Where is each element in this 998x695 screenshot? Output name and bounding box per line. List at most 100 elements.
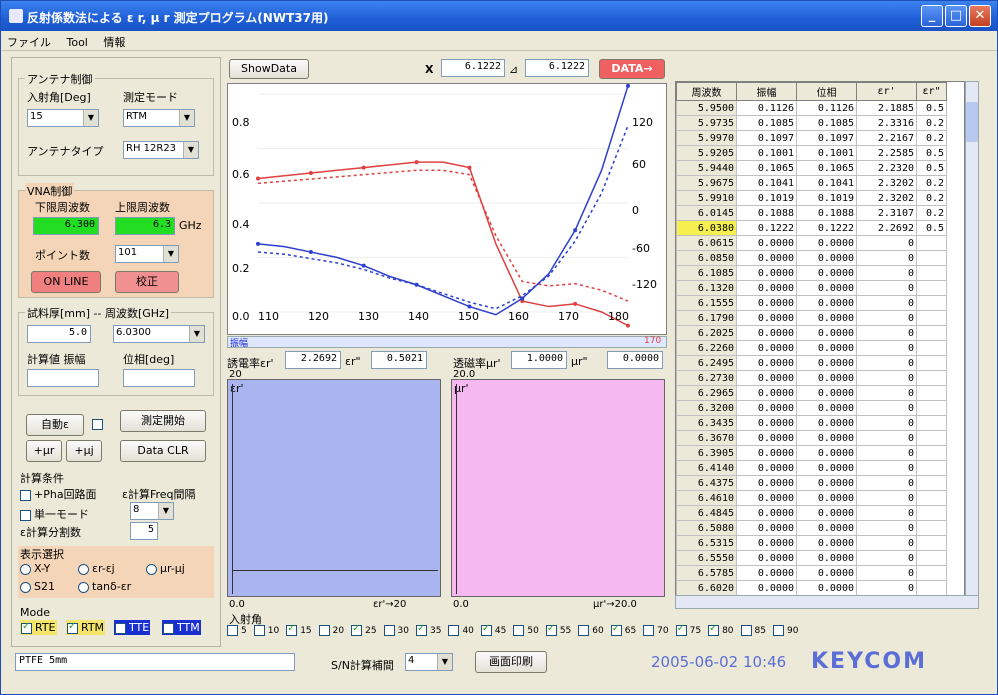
table-cell[interactable]: 6.1555 <box>676 295 737 311</box>
table-row[interactable]: 6.3905 0.0000 0.0000 0 <box>676 445 947 461</box>
table-cell[interactable]: 0.2 <box>916 205 947 221</box>
table-cell[interactable]: 0.0000 <box>796 340 857 356</box>
radio-ur-uj[interactable]: μr-μj <box>146 562 185 575</box>
freq-interval-select[interactable]: 8 ▼ <box>130 502 174 520</box>
maximize-button[interactable]: □ <box>945 5 967 27</box>
table-cell[interactable]: 0.0000 <box>796 490 857 506</box>
table-cell[interactable]: 2.2320 <box>856 160 917 176</box>
table-cell[interactable]: 0.0000 <box>796 445 857 461</box>
table-cell[interactable]: 6.1320 <box>676 280 737 296</box>
table-row[interactable]: 6.5315 0.0000 0.0000 0 <box>676 535 947 551</box>
calc-opt3[interactable]: 単一モード <box>20 506 89 522</box>
table-cell[interactable]: 0 <box>856 475 917 491</box>
table-header[interactable]: 振幅 <box>736 82 797 101</box>
table-cell[interactable]: 6.0850 <box>676 250 737 266</box>
table-cell[interactable]: 6.5550 <box>676 550 737 566</box>
table-row[interactable]: 6.2025 0.0000 0.0000 0 <box>676 325 947 341</box>
table-cell[interactable]: 2.2585 <box>856 145 917 161</box>
table-row[interactable]: 5.9440 0.1065 0.1065 2.2320 0.5 <box>676 160 947 176</box>
table-hscroll[interactable] <box>675 595 979 609</box>
table-cell[interactable]: 6.0380 <box>676 220 737 236</box>
table-cell[interactable] <box>916 445 947 461</box>
table-cell[interactable]: 0.0000 <box>736 565 797 581</box>
table-cell[interactable]: 0.5 <box>916 100 947 116</box>
table-cell[interactable]: 0.0000 <box>796 520 857 536</box>
table-cell[interactable]: 6.3670 <box>676 430 737 446</box>
sample-name-field[interactable]: PTFE 5mm <box>15 653 295 671</box>
table-cell[interactable]: 2.2692 <box>856 220 917 236</box>
table-cell[interactable]: 0 <box>856 235 917 251</box>
table-row[interactable]: 5.9970 0.1097 0.1097 2.2167 0.2 <box>676 130 947 146</box>
table-cell[interactable]: 0 <box>856 250 917 266</box>
table-cell[interactable]: 0.0000 <box>796 385 857 401</box>
table-cell[interactable] <box>916 490 947 506</box>
table-cell[interactable] <box>916 580 947 596</box>
table-row[interactable]: 6.2965 0.0000 0.0000 0 <box>676 385 947 401</box>
angle-checkbox-45[interactable]: 45 <box>480 623 506 636</box>
calc-amp-field[interactable] <box>27 369 99 387</box>
table-cell[interactable]: 6.1085 <box>676 265 737 281</box>
table-cell[interactable]: 0.0000 <box>736 340 797 356</box>
table-row[interactable]: 6.5550 0.0000 0.0000 0 <box>676 550 947 566</box>
ur-button[interactable]: +μr <box>26 440 62 462</box>
table-cell[interactable]: 0.1088 <box>736 205 797 221</box>
table-cell[interactable]: 0.0000 <box>796 280 857 296</box>
title-bar[interactable]: 反射係数法による ε r, μ r 測定プログラム(NWT37用) _ □ ✕ <box>1 1 997 31</box>
table-cell[interactable]: 0.2 <box>916 190 947 206</box>
table-cell[interactable]: 6.1790 <box>676 310 737 326</box>
table-cell[interactable]: 0.1019 <box>736 190 797 206</box>
table-cell[interactable]: 0 <box>856 520 917 536</box>
table-cell[interactable]: 0 <box>856 265 917 281</box>
table-cell[interactable]: 0.0000 <box>796 370 857 386</box>
menu-tool[interactable]: Tool <box>61 33 94 49</box>
radio-tand[interactable]: tanδ-εr <box>78 580 131 593</box>
table-cell[interactable]: 0.0000 <box>796 295 857 311</box>
table-cell[interactable]: 0 <box>856 580 917 596</box>
table-row[interactable]: 5.9735 0.1085 0.1085 2.3316 0.2 <box>676 115 947 131</box>
angle-checkbox-25[interactable]: 25 <box>351 623 377 636</box>
table-cell[interactable] <box>916 370 947 386</box>
table-row[interactable]: 6.0615 0.0000 0.0000 0 <box>676 235 947 251</box>
table-cell[interactable]: 0 <box>856 565 917 581</box>
table-row[interactable]: 6.1555 0.0000 0.0000 0 <box>676 295 947 311</box>
table-cell[interactable]: 0.0000 <box>736 550 797 566</box>
table-cell[interactable]: 0.0000 <box>736 580 797 596</box>
er-value[interactable]: 2.2692 <box>285 351 341 369</box>
table-cell[interactable]: 0.0000 <box>736 475 797 491</box>
table-cell[interactable]: 6.0145 <box>676 205 737 221</box>
table-cell[interactable]: 0.1097 <box>736 130 797 146</box>
table-cell[interactable]: 5.9735 <box>676 115 737 131</box>
table-row[interactable]: 5.9500 0.1126 0.1126 2.1885 0.5 <box>676 100 947 116</box>
table-cell[interactable]: 0.0000 <box>736 265 797 281</box>
angle-checkbox-85[interactable]: 85 <box>740 625 766 636</box>
auto-checkbox[interactable] <box>92 419 103 430</box>
table-cell[interactable]: 0.0000 <box>736 310 797 326</box>
table-cell[interactable]: 0.1126 <box>796 100 857 116</box>
angle-checkbox-50[interactable]: 50 <box>513 625 539 636</box>
table-cell[interactable]: 6.2965 <box>676 385 737 401</box>
table-cell[interactable]: 6.5315 <box>676 535 737 551</box>
table-row[interactable]: 6.2730 0.0000 0.0000 0 <box>676 370 947 386</box>
er2-value[interactable]: 0.5021 <box>371 351 427 369</box>
table-cell[interactable] <box>916 340 947 356</box>
table-cell[interactable] <box>916 355 947 371</box>
table-cell[interactable]: 6.2025 <box>676 325 737 341</box>
table-row[interactable]: 6.4610 0.0000 0.0000 0 <box>676 490 947 506</box>
table-cell[interactable]: 0.1019 <box>796 190 857 206</box>
table-cell[interactable]: 0.1085 <box>796 115 857 131</box>
table-cell[interactable]: 0.0000 <box>796 430 857 446</box>
table-cell[interactable]: 6.0615 <box>676 235 737 251</box>
table-cell[interactable]: 0.0000 <box>736 280 797 296</box>
table-cell[interactable]: 0.0000 <box>736 415 797 431</box>
table-cell[interactable]: 0 <box>856 355 917 371</box>
minimize-button[interactable]: _ <box>921 5 943 27</box>
angle-select[interactable]: 15 ▼ <box>27 109 99 127</box>
uj-button[interactable]: +μj <box>66 440 102 462</box>
table-row[interactable]: 6.1085 0.0000 0.0000 0 <box>676 265 947 281</box>
table-cell[interactable]: 0 <box>856 370 917 386</box>
radio-er-ej[interactable]: εr-εj <box>78 562 115 575</box>
table-cell[interactable]: 0.1222 <box>796 220 857 236</box>
table-row[interactable]: 6.3200 0.0000 0.0000 0 <box>676 400 947 416</box>
table-cell[interactable]: 0.0000 <box>736 250 797 266</box>
angle-checkbox-75[interactable]: 75 <box>675 623 701 636</box>
